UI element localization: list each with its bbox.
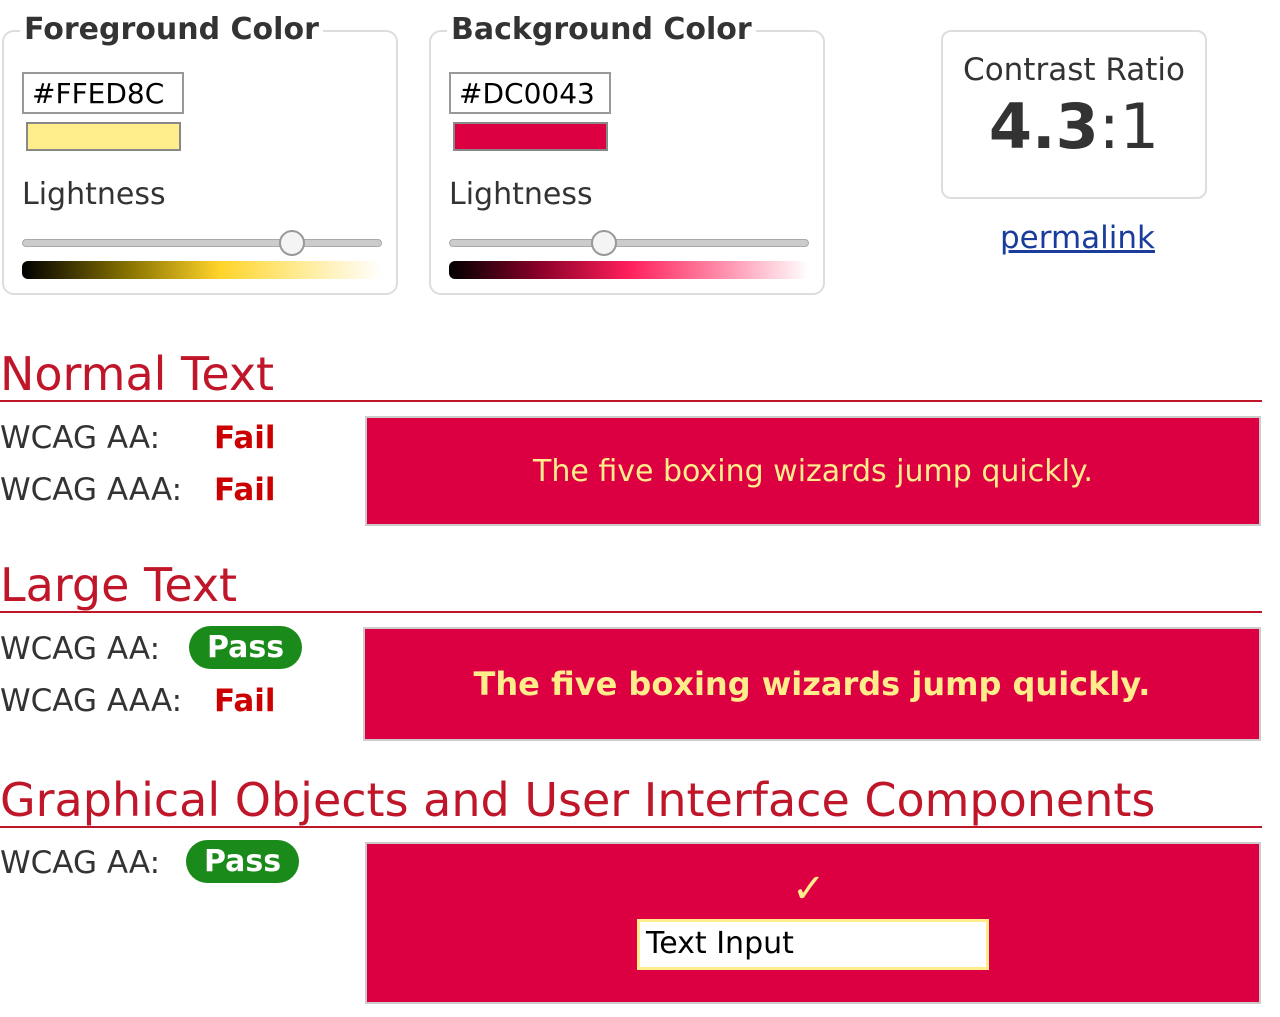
graphical-objects-heading: Graphical Objects and User Interface Com… [0, 774, 1262, 828]
normal-text-sample: The five boxing wizards jump quickly. [365, 416, 1261, 526]
graphical-aa-label: WCAG AA: [0, 845, 161, 881]
normal-aa-label: WCAG AA: [0, 420, 161, 456]
foreground-lightness-label: Lightness [22, 177, 166, 212]
background-legend: Background Color [447, 12, 756, 47]
foreground-hex-input[interactable] [22, 72, 184, 114]
contrast-ratio-value: 4.3:1 [988, 90, 1160, 163]
large-text-sample: The five boxing wizards jump quickly. [363, 627, 1261, 741]
permalink-link[interactable]: permalink [1000, 220, 1155, 256]
contrast-ratio-title: Contrast Ratio [963, 52, 1185, 88]
slider-thumb[interactable] [590, 230, 617, 256]
checkmark-icon: ✓ [792, 866, 826, 912]
normal-aaa-result: Fail [214, 472, 276, 508]
foreground-lightness-slider[interactable] [22, 230, 382, 256]
normal-text-heading: Normal Text [0, 348, 1262, 402]
graphical-aa-result: Pass [186, 840, 300, 883]
slider-thumb[interactable] [278, 230, 305, 256]
large-aa-label: WCAG AA: [0, 631, 161, 667]
background-lightness-gradient [449, 261, 809, 279]
foreground-color-panel: Foreground Color Lightness [2, 12, 398, 295]
large-aaa-result: Fail [214, 683, 276, 719]
text-input-sample[interactable]: Text Input [637, 919, 989, 970]
normal-aaa-label: WCAG AAA: [0, 472, 183, 508]
background-hex-input[interactable] [449, 72, 611, 114]
large-aaa-label: WCAG AAA: [0, 683, 183, 719]
graphical-sample: ✓ Text Input [365, 842, 1261, 1004]
foreground-lightness-gradient [22, 261, 382, 279]
contrast-ratio-box: Contrast Ratio 4.3:1 [941, 30, 1207, 199]
large-text-heading: Large Text [0, 559, 1262, 613]
large-aa-result: Pass [189, 626, 303, 669]
background-swatch[interactable] [453, 122, 608, 151]
normal-aa-result: Fail [214, 420, 276, 456]
background-lightness-label: Lightness [449, 177, 593, 212]
foreground-legend: Foreground Color [20, 12, 323, 47]
background-color-panel: Background Color Lightness [429, 12, 825, 295]
background-lightness-slider[interactable] [449, 230, 809, 256]
foreground-swatch[interactable] [26, 122, 181, 151]
